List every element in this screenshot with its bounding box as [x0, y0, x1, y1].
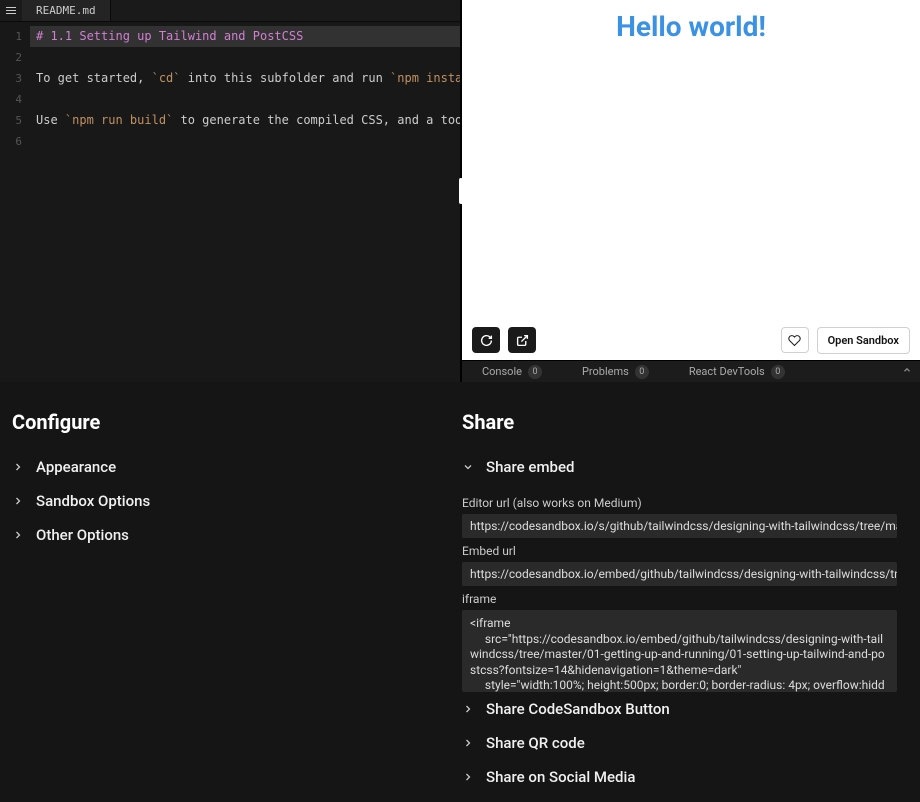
share-item-label: Share CodeSandbox Button [486, 700, 670, 718]
share-item[interactable]: Share QR code [462, 726, 910, 760]
chevron-right-icon [12, 495, 24, 507]
open-sandbox-button[interactable]: Open Sandbox [817, 327, 910, 354]
configure-item[interactable]: Appearance [12, 450, 460, 484]
count-badge: 0 [635, 365, 649, 379]
count-badge: 0 [528, 365, 542, 379]
editor-tabbar: README.md [0, 0, 460, 22]
iframe-label: iframe [462, 592, 910, 606]
open-in-new-window-button[interactable] [508, 327, 536, 353]
share-item-label: Share on Social Media [486, 768, 635, 786]
share-title: Share [462, 410, 910, 434]
chevron-right-icon [462, 771, 474, 783]
configure-section: Configure Appearance Sandbox Options Other… [10, 410, 460, 802]
share-section: Share Share embed Editor url (also works… [460, 410, 910, 802]
pane-divider-handle[interactable] [459, 178, 463, 204]
embed-url-label: Embed url [462, 544, 910, 558]
share-item[interactable]: Share CodeSandbox Button [462, 692, 910, 726]
line-number-gutter: 123456 [0, 22, 30, 382]
devtools-tab-label: React DevTools [689, 365, 765, 378]
devtools-tab[interactable]: React DevTools 0 [669, 365, 805, 379]
chevron-down-icon [462, 461, 474, 473]
preview-pane: Hello world! Open Sandbox Console0Proble… [460, 0, 920, 382]
like-button[interactable] [781, 327, 809, 353]
code-content[interactable]: # 1.1 Setting up Tailwind and PostCSS To… [30, 22, 460, 382]
devtools-tab-label: Problems [582, 365, 629, 378]
configure-item-label: Appearance [36, 458, 116, 476]
editor-url-field[interactable]: https://codesandbox.io/s/github/tailwind… [462, 514, 897, 538]
code-editor: README.md 123456 # 1.1 Setting up Tailwi… [0, 0, 460, 382]
count-badge: 0 [771, 365, 785, 379]
chevron-right-icon [462, 703, 474, 715]
chevron-right-icon [462, 737, 474, 749]
configure-item-label: Other Options [36, 526, 129, 544]
file-tab[interactable]: README.md [22, 0, 111, 21]
devtools-tab[interactable]: Console 0 [462, 365, 562, 379]
iframe-code-field[interactable]: <iframe src="https://codesandbox.io/embe… [462, 610, 897, 692]
preview-content: Hello world! [462, 0, 920, 320]
configure-item-label: Sandbox Options [36, 492, 150, 510]
hamburger-menu-icon[interactable] [0, 7, 22, 14]
refresh-button[interactable] [472, 327, 500, 353]
share-embed-label: Share embed [486, 458, 574, 476]
embed-url-field[interactable]: https://codesandbox.io/embed/github/tail… [462, 562, 897, 586]
chevron-right-icon [12, 529, 24, 541]
configure-item[interactable]: Sandbox Options [12, 484, 460, 518]
chevron-right-icon [12, 461, 24, 473]
expand-panel-icon[interactable] [902, 365, 912, 375]
configure-item[interactable]: Other Options [12, 518, 460, 552]
preview-heading: Hello world! [616, 10, 766, 320]
devtools-panel: Console 0 Problems 0 React DevTools 0 [462, 360, 920, 382]
preview-toolbar: Open Sandbox [462, 320, 920, 360]
devtools-tab[interactable]: Problems 0 [562, 365, 669, 379]
configure-title: Configure [12, 410, 460, 434]
share-item-label: Share QR code [486, 734, 585, 752]
devtools-tab-label: Console [482, 365, 522, 378]
share-embed-toggle[interactable]: Share embed [462, 450, 910, 484]
editor-url-label: Editor url (also works on Medium) [462, 496, 910, 510]
share-item[interactable]: Share on Social Media [462, 760, 910, 794]
